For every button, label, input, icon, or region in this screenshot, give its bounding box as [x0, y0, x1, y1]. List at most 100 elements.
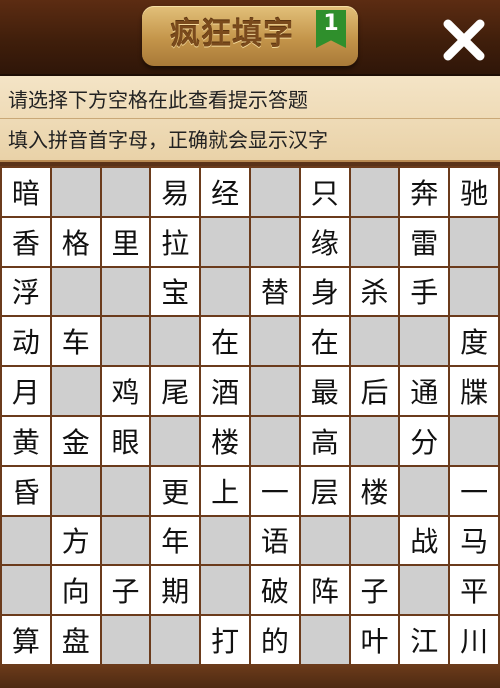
- grid-cell-blank[interactable]: [151, 317, 200, 366]
- grid-cell-blank[interactable]: [51, 168, 100, 216]
- grid-cell-blank[interactable]: [101, 616, 150, 664]
- grid-cell-blank[interactable]: [350, 217, 399, 266]
- grid-cell[interactable]: 月: [2, 367, 50, 415]
- grid-cell[interactable]: 拉: [151, 217, 200, 266]
- grid-cell[interactable]: 高: [300, 416, 349, 465]
- grid-cell[interactable]: 语: [250, 516, 299, 565]
- grid-cell[interactable]: 战: [400, 516, 449, 565]
- grid-cell[interactable]: 在: [300, 317, 349, 366]
- grid-cell[interactable]: 破: [250, 566, 299, 615]
- grid-cell[interactable]: 度: [450, 317, 498, 366]
- grid-cell-blank[interactable]: [2, 566, 50, 615]
- grid-cell[interactable]: 驰: [450, 168, 498, 216]
- grid-cell-blank[interactable]: [350, 168, 399, 216]
- grid-cell-blank[interactable]: [51, 466, 100, 515]
- grid-cell[interactable]: 眼: [101, 416, 150, 465]
- grid-cell-blank[interactable]: [201, 516, 249, 565]
- grid-cell-blank[interactable]: [101, 168, 150, 216]
- grid-cell-blank[interactable]: [201, 267, 249, 316]
- grid-cell[interactable]: 黄: [2, 416, 50, 465]
- grid-cell-blank[interactable]: [450, 416, 498, 465]
- grid-cell[interactable]: 身: [300, 267, 349, 316]
- grid-cell[interactable]: 雷: [400, 217, 449, 266]
- grid-cell-blank[interactable]: [250, 317, 299, 366]
- grid-cell[interactable]: 鸡: [101, 367, 150, 415]
- grid-cell[interactable]: 车: [51, 317, 100, 366]
- grid-cell[interactable]: 马: [450, 516, 498, 565]
- grid-cell[interactable]: 平: [450, 566, 498, 615]
- grid-cell[interactable]: 尾: [151, 367, 200, 415]
- grid-cell-blank[interactable]: [300, 616, 349, 664]
- grid-cell-blank[interactable]: [250, 168, 299, 216]
- grid-cell[interactable]: 牒: [450, 367, 498, 415]
- grid-cell[interactable]: 打: [201, 616, 249, 664]
- grid-cell[interactable]: 分: [400, 416, 449, 465]
- grid-cell[interactable]: 里: [101, 217, 150, 266]
- grid-cell[interactable]: 昏: [2, 466, 50, 515]
- grid-cell[interactable]: 江: [400, 616, 449, 664]
- grid-cell-blank[interactable]: [51, 367, 100, 415]
- grid-cell[interactable]: 酒: [201, 367, 249, 415]
- grid-cell[interactable]: 易: [151, 168, 200, 216]
- grid-cell[interactable]: 方: [51, 516, 100, 565]
- grid-cell[interactable]: 暗: [2, 168, 50, 216]
- grid-cell[interactable]: 手: [400, 267, 449, 316]
- grid-cell[interactable]: 上: [201, 466, 249, 515]
- grid-cell[interactable]: 金: [51, 416, 100, 465]
- grid-cell-blank[interactable]: [151, 616, 200, 664]
- grid-cell-blank[interactable]: [101, 317, 150, 366]
- grid-cell[interactable]: 的: [250, 616, 299, 664]
- grid-cell[interactable]: 期: [151, 566, 200, 615]
- grid-cell[interactable]: 宝: [151, 267, 200, 316]
- grid-cell-blank[interactable]: [250, 217, 299, 266]
- grid-cell-blank[interactable]: [400, 566, 449, 615]
- grid-cell-blank[interactable]: [450, 267, 498, 316]
- grid-cell[interactable]: 杀: [350, 267, 399, 316]
- grid-cell[interactable]: 替: [250, 267, 299, 316]
- grid-cell[interactable]: 经: [201, 168, 249, 216]
- grid-cell-blank[interactable]: [350, 416, 399, 465]
- grid-cell[interactable]: 奔: [400, 168, 449, 216]
- grid-cell-blank[interactable]: [450, 217, 498, 266]
- grid-cell-blank[interactable]: [101, 466, 150, 515]
- grid-cell[interactable]: 通: [400, 367, 449, 415]
- grid-cell-blank[interactable]: [101, 267, 150, 316]
- grid-cell[interactable]: 缘: [300, 217, 349, 266]
- grid-cell-blank[interactable]: [201, 566, 249, 615]
- grid-cell-blank[interactable]: [350, 317, 399, 366]
- grid-cell[interactable]: 年: [151, 516, 200, 565]
- grid-cell[interactable]: 动: [2, 317, 50, 366]
- grid-cell-blank[interactable]: [51, 267, 100, 316]
- grid-cell[interactable]: 川: [450, 616, 498, 664]
- grid-cell-blank[interactable]: [400, 466, 449, 515]
- grid-cell[interactable]: 格: [51, 217, 100, 266]
- grid-cell-blank[interactable]: [250, 416, 299, 465]
- grid-cell[interactable]: 后: [350, 367, 399, 415]
- grid-cell[interactable]: 一: [250, 466, 299, 515]
- grid-cell[interactable]: 只: [300, 168, 349, 216]
- grid-cell[interactable]: 算: [2, 616, 50, 664]
- grid-cell-blank[interactable]: [250, 367, 299, 415]
- grid-cell[interactable]: 向: [51, 566, 100, 615]
- grid-cell[interactable]: 楼: [201, 416, 249, 465]
- grid-cell[interactable]: 子: [350, 566, 399, 615]
- grid-cell[interactable]: 香: [2, 217, 50, 266]
- grid-cell[interactable]: 子: [101, 566, 150, 615]
- grid-cell-blank[interactable]: [151, 416, 200, 465]
- grid-cell[interactable]: 在: [201, 317, 249, 366]
- grid-cell-blank[interactable]: [2, 516, 50, 565]
- grid-cell-blank[interactable]: [201, 217, 249, 266]
- grid-cell[interactable]: 一: [450, 466, 498, 515]
- grid-cell[interactable]: 叶: [350, 616, 399, 664]
- grid-cell[interactable]: 最: [300, 367, 349, 415]
- grid-cell-blank[interactable]: [300, 516, 349, 565]
- grid-cell-blank[interactable]: [350, 516, 399, 565]
- grid-cell[interactable]: 层: [300, 466, 349, 515]
- grid-cell-blank[interactable]: [400, 317, 449, 366]
- grid-cell[interactable]: 楼: [350, 466, 399, 515]
- grid-cell-blank[interactable]: [101, 516, 150, 565]
- grid-cell[interactable]: 阵: [300, 566, 349, 615]
- close-button[interactable]: [436, 12, 492, 68]
- grid-cell[interactable]: 更: [151, 466, 200, 515]
- grid-cell[interactable]: 浮: [2, 267, 50, 316]
